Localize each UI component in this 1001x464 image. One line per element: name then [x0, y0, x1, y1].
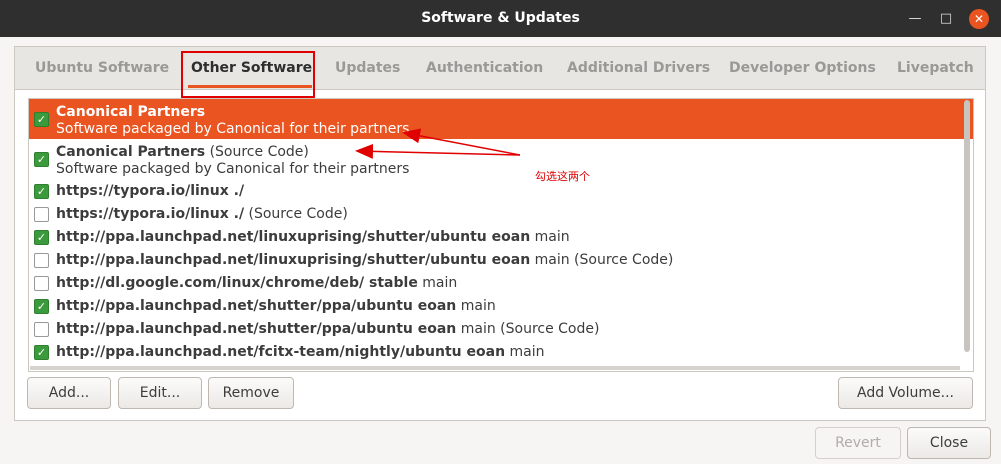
list-item[interactable]: ✓ Canonical Partners (Source Code) Softw… [29, 141, 973, 179]
source-title: Canonical Partners [56, 104, 206, 120]
source-suffix: main (Source Code) [530, 252, 674, 268]
list-item[interactable]: ✓ https://typora.io/linux ./ [29, 181, 973, 204]
tab-authentication[interactable]: Authentication [426, 60, 543, 76]
checkbox[interactable] [34, 276, 49, 291]
title-bar: Software & Updates — □ ✕ [0, 0, 1001, 37]
checkbox[interactable] [34, 322, 49, 337]
list-item[interactable]: ✓ http://ppa.launchpad.net/linuxuprising… [29, 227, 973, 250]
close-window-icon[interactable]: ✕ [969, 9, 989, 29]
checkbox[interactable]: ✓ [34, 152, 49, 167]
annotation-highlight-box [181, 51, 315, 98]
source-title: Canonical Partners [56, 144, 206, 160]
minimize-icon[interactable]: — [905, 9, 925, 29]
source-suffix: main [456, 298, 496, 314]
checkbox[interactable]: ✓ [34, 299, 49, 314]
horizontal-scrollbar[interactable] [30, 366, 960, 370]
tab-bar: Ubuntu Software Other Software Updates A… [15, 47, 985, 90]
window-title: Software & Updates [421, 10, 580, 26]
tab-livepatch[interactable]: Livepatch [897, 60, 974, 76]
source-title: http://dl.google.com/linux/chrome/deb/ s… [56, 275, 418, 291]
checkbox[interactable] [34, 253, 49, 268]
maximize-icon[interactable]: □ [936, 9, 956, 29]
source-title: https://typora.io/linux ./ [56, 183, 245, 199]
source-title: http://ppa.launchpad.net/linuxuprising/s… [56, 252, 531, 268]
list-item[interactable]: http://dl.google.com/linux/chrome/deb/ s… [29, 273, 973, 296]
source-suffix: main (Source Code) [456, 321, 600, 337]
checkbox[interactable]: ✓ [34, 230, 49, 245]
checkbox[interactable]: ✓ [34, 112, 49, 127]
list-item[interactable]: https://typora.io/linux ./ (Source Code) [29, 204, 973, 227]
tab-ubuntu-software[interactable]: Ubuntu Software [35, 60, 169, 76]
edit-button[interactable]: Edit... [118, 377, 202, 409]
source-suffix: (Source Code) [205, 144, 309, 160]
checkbox[interactable]: ✓ [34, 184, 49, 199]
source-title: http://ppa.launchpad.net/shutter/ppa/ubu… [56, 298, 457, 314]
checkbox[interactable]: ✓ [34, 345, 49, 360]
source-suffix: main [417, 275, 458, 291]
tab-developer-options[interactable]: Developer Options [729, 60, 876, 76]
close-button[interactable]: Close [907, 427, 991, 459]
source-subtitle: Software packaged by Canonical for their… [56, 161, 410, 177]
sources-list: ✓ Canonical Partners Software packaged b… [28, 98, 974, 372]
list-item[interactable]: ✓ http://ppa.launchpad.net/shutter/ppa/u… [29, 296, 973, 319]
source-title: http://ppa.launchpad.net/fcitx-team/nigh… [56, 344, 506, 360]
source-subtitle: Software packaged by Canonical for their… [56, 121, 410, 137]
revert-button[interactable]: Revert [815, 427, 901, 459]
add-button[interactable]: Add... [27, 377, 111, 409]
source-suffix: (Source Code) [244, 206, 348, 222]
source-suffix: main [505, 344, 545, 360]
vertical-scrollbar[interactable] [964, 100, 970, 352]
tab-updates[interactable]: Updates [335, 60, 400, 76]
list-item[interactable]: http://ppa.launchpad.net/shutter/ppa/ubu… [29, 319, 973, 342]
annotation-text: 勾选这两个 [535, 170, 590, 183]
tab-additional-drivers[interactable]: Additional Drivers [567, 60, 710, 76]
source-suffix: main [530, 229, 570, 245]
source-title: https://typora.io/linux ./ [56, 206, 245, 222]
source-title: http://ppa.launchpad.net/shutter/ppa/ubu… [56, 321, 457, 337]
list-item[interactable]: http://ppa.launchpad.net/linuxuprising/s… [29, 250, 973, 273]
checkbox[interactable] [34, 207, 49, 222]
remove-button[interactable]: Remove [208, 377, 294, 409]
source-title: http://ppa.launchpad.net/linuxuprising/s… [56, 229, 531, 245]
list-item[interactable]: ✓ http://ppa.launchpad.net/fcitx-team/ni… [29, 342, 973, 365]
list-item[interactable]: ✓ Canonical Partners Software packaged b… [29, 99, 973, 139]
add-volume-button[interactable]: Add Volume... [838, 377, 973, 409]
